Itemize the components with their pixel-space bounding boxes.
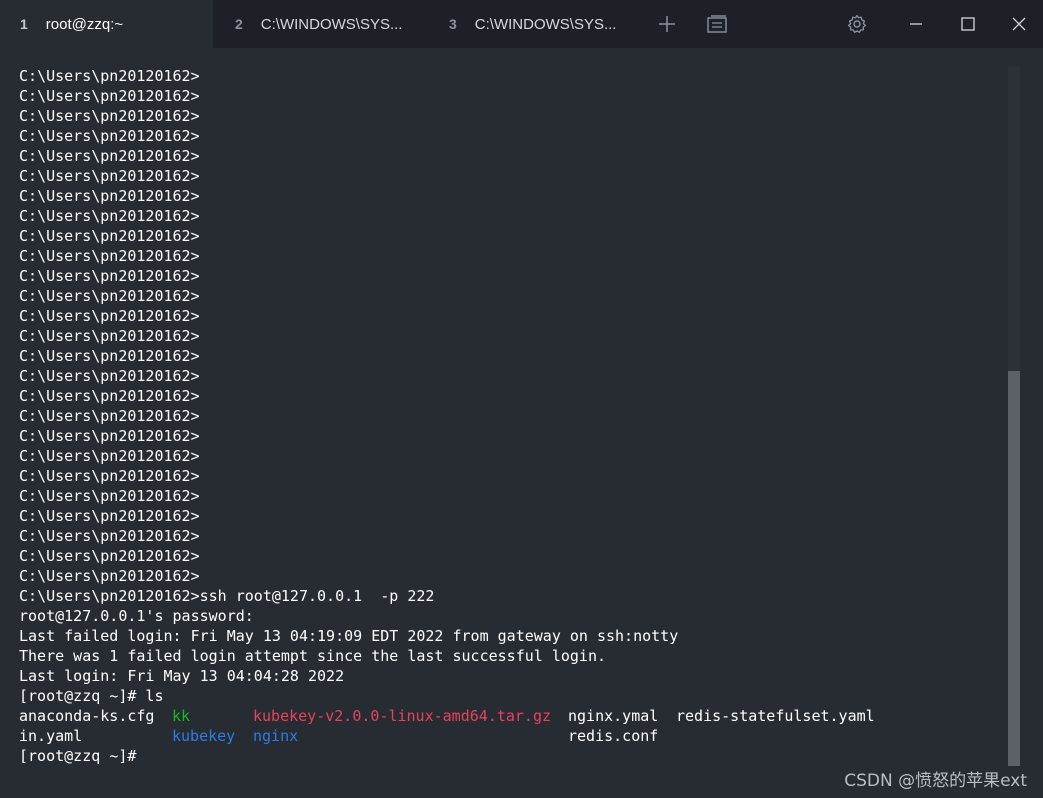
tab-title: C:\WINDOWS\SYS... <box>260 15 403 33</box>
ls-file-entry: anaconda-ks.cfg <box>19 707 155 725</box>
terminal-line: C:\Users\pn20120162> <box>19 367 200 385</box>
failed-login-line: Last failed login: Fri May 13 04:19:09 E… <box>19 627 679 645</box>
tab-2-windows-system[interactable]: 2 C:\WINDOWS\SYS... <box>213 0 427 48</box>
ls-file-entry: redis.conf <box>568 727 659 745</box>
terminal-line: C:\Users\pn20120162> <box>19 567 200 585</box>
close-icon <box>1012 17 1026 31</box>
tab-bar: 1 root@zzq:~ 2 C:\WINDOWS\SYS... 3 C:\WI… <box>0 0 1043 48</box>
ls-command-line: [root@zzq ~]# ls <box>19 687 164 705</box>
tab-number: 2 <box>235 16 243 32</box>
terminal-line: C:\Users\pn20120162> <box>19 147 200 165</box>
settings-button[interactable] <box>838 0 876 48</box>
ls-archive-entry: kubekey-v2.0.0-linux-amd64.tar.gz <box>253 707 552 725</box>
failed-attempts-line: There was 1 failed login attempt since t… <box>19 647 606 665</box>
terminal-line: C:\Users\pn20120162> <box>19 527 200 545</box>
terminal-line: C:\Users\pn20120162> <box>19 107 200 125</box>
tab-number: 1 <box>20 16 28 32</box>
ls-output-row: in.yaml kubekey nginx redis.conf <box>19 726 919 746</box>
terminal-line: C:\Users\pn20120162> <box>19 227 200 245</box>
terminal-line: C:\Users\pn20120162> <box>19 407 200 425</box>
final-prompt-line: [root@zzq ~]# <box>19 747 137 765</box>
terminal-line: C:\Users\pn20120162> <box>19 207 200 225</box>
terminal-line: C:\Users\pn20120162> <box>19 167 200 185</box>
ls-directory-entry: kubekey <box>172 727 236 745</box>
password-prompt-line: root@127.0.0.1's password: <box>19 607 254 625</box>
tab-title: C:\WINDOWS\SYS... <box>474 15 617 33</box>
terminal-window: 1 root@zzq:~ 2 C:\WINDOWS\SYS... 3 C:\WI… <box>0 0 1043 798</box>
terminal-line: C:\Users\pn20120162> <box>19 247 200 265</box>
ls-executable-entry: kk <box>172 707 191 725</box>
terminal-line: C:\Users\pn20120162> <box>19 307 200 325</box>
terminal-line: C:\Users\pn20120162> <box>19 427 200 445</box>
maximize-button[interactable] <box>948 0 988 48</box>
watermark: CSDN @愤怒的苹果ext <box>844 771 1027 791</box>
terminal-line: C:\Users\pn20120162> <box>19 87 200 105</box>
terminal-line: C:\Users\pn20120162> <box>19 547 200 565</box>
new-tab-button[interactable] <box>650 0 684 48</box>
terminal-line: C:\Users\pn20120162> <box>19 487 200 505</box>
terminal-line: C:\Users\pn20120162> <box>19 347 200 365</box>
terminal-line: C:\Users\pn20120162> <box>19 467 200 485</box>
minimize-icon <box>910 23 922 25</box>
tab-3-windows-system[interactable]: 3 C:\WINDOWS\SYS... <box>427 0 641 48</box>
ls-file-entry: redis-statefulset.yaml <box>676 707 875 725</box>
ls-file-entry: nginx.ymal <box>568 707 659 725</box>
terminal-line: C:\Users\pn20120162> <box>19 387 200 405</box>
ls-directory-entry: nginx <box>253 727 299 745</box>
tab-switcher-button[interactable] <box>700 0 734 48</box>
window-list-icon <box>707 15 727 33</box>
tab-title: root@zzq:~ <box>45 15 124 33</box>
scrollbar-thumb[interactable] <box>1008 371 1020 766</box>
minimize-button[interactable] <box>896 0 936 48</box>
tab-1-root-zzq[interactable]: 1 root@zzq:~ <box>0 0 213 48</box>
terminal-line: C:\Users\pn20120162> <box>19 267 200 285</box>
terminal-line: C:\Users\pn20120162> <box>19 67 200 85</box>
terminal-output[interactable]: C:\Users\pn20120162> C:\Users\pn20120162… <box>19 66 919 766</box>
plus-icon <box>659 16 675 32</box>
last-login-line: Last login: Fri May 13 04:04:28 2022 <box>19 667 345 685</box>
terminal-line: C:\Users\pn20120162> <box>19 327 200 345</box>
terminal-line: C:\Users\pn20120162> <box>19 447 200 465</box>
terminal-line: C:\Users\pn20120162> <box>19 187 200 205</box>
terminal-line: C:\Users\pn20120162> <box>19 127 200 145</box>
ssh-command-line: C:\Users\pn20120162>ssh root@127.0.0.1 -… <box>19 587 435 605</box>
maximize-icon <box>961 17 975 31</box>
ls-output-row: anaconda-ks.cfg kk kubekey-v2.0.0-linux-… <box>19 706 919 726</box>
terminal-line: C:\Users\pn20120162> <box>19 507 200 525</box>
close-button[interactable] <box>998 0 1040 48</box>
gear-icon <box>847 14 867 33</box>
tab-number: 3 <box>449 16 457 32</box>
terminal-line: C:\Users\pn20120162> <box>19 287 200 305</box>
ls-file-entry: in.yaml <box>19 727 83 745</box>
